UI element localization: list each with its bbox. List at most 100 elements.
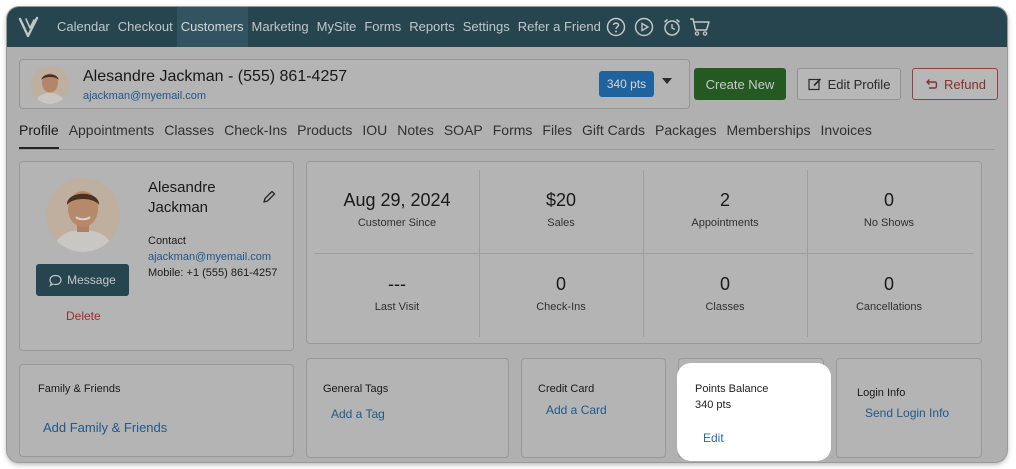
stat-value: 2 [719, 190, 730, 210]
tab-check-ins[interactable]: Check-Ins [224, 121, 287, 149]
contact-email-link[interactable]: ajackman@myemail.com [148, 251, 271, 263]
points-badge[interactable]: 340 pts [599, 71, 654, 97]
stat-value: --- [388, 274, 406, 294]
tab-products[interactable]: Products [297, 121, 352, 149]
cart-icon[interactable] [689, 16, 711, 38]
nav-item-mysite[interactable]: MySite [313, 7, 361, 47]
points-balance-card: Points Balance 340 pts Edit [677, 363, 831, 461]
chat-bubble-icon [49, 274, 62, 287]
stat-classes: 0 Classes [643, 274, 807, 313]
create-new-label: Create New [705, 76, 775, 92]
stat-cancellations: 0 Cancellations [807, 274, 971, 313]
tab-classes[interactable]: Classes [164, 121, 214, 149]
tab-packages[interactable]: Packages [655, 121, 716, 149]
customer-tabs: Profile Appointments Classes Check-Ins P… [19, 121, 872, 149]
tab-notes[interactable]: Notes [397, 121, 434, 149]
stat-value: Aug 29, 2024 [343, 190, 451, 210]
alarm-clock-icon[interactable] [661, 16, 683, 38]
logo-icon[interactable] [17, 14, 43, 40]
contact-mobile: Mobile: +1 (555) 861-4257 [148, 267, 278, 279]
stat-no-shows: 0 No Shows [807, 190, 971, 229]
credit-card-card: Credit Card Add a Card [521, 358, 666, 458]
refund-button[interactable]: Refund [912, 68, 998, 100]
tab-memberships[interactable]: Memberships [726, 121, 810, 149]
nav-menu: Calendar Checkout Customers Marketing My… [53, 7, 605, 47]
profile-first-name: Alesandre [148, 179, 216, 196]
profile-last-name: Jackman [148, 199, 209, 216]
stat-label: Sales [547, 217, 575, 229]
family-friends-card: Family & Friends Add Family & Friends [19, 364, 294, 457]
general-tags-card: General Tags Add a Tag [306, 358, 509, 458]
stat-check-ins: 0 Check-Ins [479, 274, 643, 313]
message-button[interactable]: Message [36, 264, 129, 296]
tab-appointments[interactable]: Appointments [69, 121, 155, 149]
points-edit-link[interactable]: Edit [703, 431, 724, 445]
tab-gift-cards[interactable]: Gift Cards [582, 121, 645, 149]
tab-iou[interactable]: IOU [362, 121, 387, 149]
add-card-link[interactable]: Add a Card [546, 403, 607, 417]
stat-value: 0 [883, 274, 894, 294]
delete-link[interactable]: Delete [66, 309, 101, 323]
stat-label: Customer Since [357, 217, 437, 229]
nav-item-settings[interactable]: Settings [459, 7, 514, 47]
stats-divider-h [315, 253, 973, 254]
points-balance-title: Points Balance [695, 383, 769, 395]
nav-item-forms[interactable]: Forms [360, 7, 405, 47]
stat-value: 0 [883, 190, 894, 210]
profile-avatar [46, 178, 120, 252]
app-window: Calendar Checkout Customers Marketing My… [7, 7, 1007, 462]
nav-item-checkout[interactable]: Checkout [114, 7, 177, 47]
edit-icon [807, 78, 821, 91]
credit-card-title: Credit Card [538, 383, 595, 395]
nav-item-refer-a-friend[interactable]: Refer a Friend [514, 7, 605, 47]
nav-item-reports[interactable]: Reports [405, 7, 459, 47]
undo-icon [926, 79, 938, 89]
stat-last-visit: --- Last Visit [315, 274, 479, 313]
customer-header-card: Alesandre Jackman - (555) 861-4257 ajack… [19, 59, 690, 109]
stat-label: Check-Ins [536, 301, 586, 313]
send-login-info-link[interactable]: Send Login Info [865, 406, 949, 420]
edit-profile-button[interactable]: Edit Profile [797, 68, 901, 100]
tab-forms[interactable]: Forms [493, 121, 533, 149]
stats-card: Aug 29, 2024 Customer Since $20 Sales 2 … [306, 161, 982, 344]
login-info-card: Login Info Send Login Info [836, 358, 982, 458]
stat-value: $20 [545, 190, 577, 210]
login-info-title: Login Info [857, 387, 906, 399]
stat-customer-since: Aug 29, 2024 Customer Since [315, 190, 479, 229]
stat-label: Appointments [691, 217, 759, 229]
message-label: Message [67, 273, 116, 287]
customer-name-phone: Alesandre Jackman - (555) 861-4257 [83, 68, 348, 85]
profile-name: Alesandre Jackman [148, 178, 216, 218]
tabs-divider [19, 149, 995, 150]
help-icon[interactable] [605, 16, 627, 38]
customer-email-link[interactable]: ajackman@myemail.com [83, 90, 206, 102]
stat-sales: $20 Sales [479, 190, 643, 229]
profile-card: Alesandre Jackman Contact ajackman@myema… [19, 161, 294, 351]
nav-item-calendar[interactable]: Calendar [53, 7, 114, 47]
refund-label: Refund [944, 76, 986, 92]
add-tag-link[interactable]: Add a Tag [331, 407, 385, 421]
pencil-icon[interactable] [262, 190, 276, 204]
top-nav: Calendar Checkout Customers Marketing My… [7, 7, 1007, 47]
add-family-friends-link[interactable]: Add Family & Friends [43, 420, 167, 435]
stat-value: 0 [555, 274, 566, 294]
stat-label: Last Visit [374, 301, 420, 313]
stat-label: Cancellations [855, 301, 923, 313]
nav-item-marketing[interactable]: Marketing [248, 7, 313, 47]
stat-label: Classes [705, 301, 745, 313]
stat-appointments: 2 Appointments [643, 190, 807, 229]
customer-avatar [31, 66, 69, 104]
play-icon[interactable] [633, 16, 655, 38]
edit-profile-label: Edit Profile [827, 76, 891, 92]
chevron-down-icon[interactable] [662, 78, 672, 84]
tab-files[interactable]: Files [542, 121, 572, 149]
nav-item-customers[interactable]: Customers [176, 7, 248, 47]
stat-value: 0 [719, 274, 730, 294]
points-balance-value: 340 pts [695, 399, 732, 411]
tab-invoices[interactable]: Invoices [821, 121, 872, 149]
stat-label: No Shows [863, 217, 915, 229]
create-new-button[interactable]: Create New [694, 68, 786, 100]
tab-profile[interactable]: Profile [19, 121, 59, 149]
tab-soap[interactable]: SOAP [444, 121, 483, 149]
general-tags-title: General Tags [323, 383, 389, 395]
